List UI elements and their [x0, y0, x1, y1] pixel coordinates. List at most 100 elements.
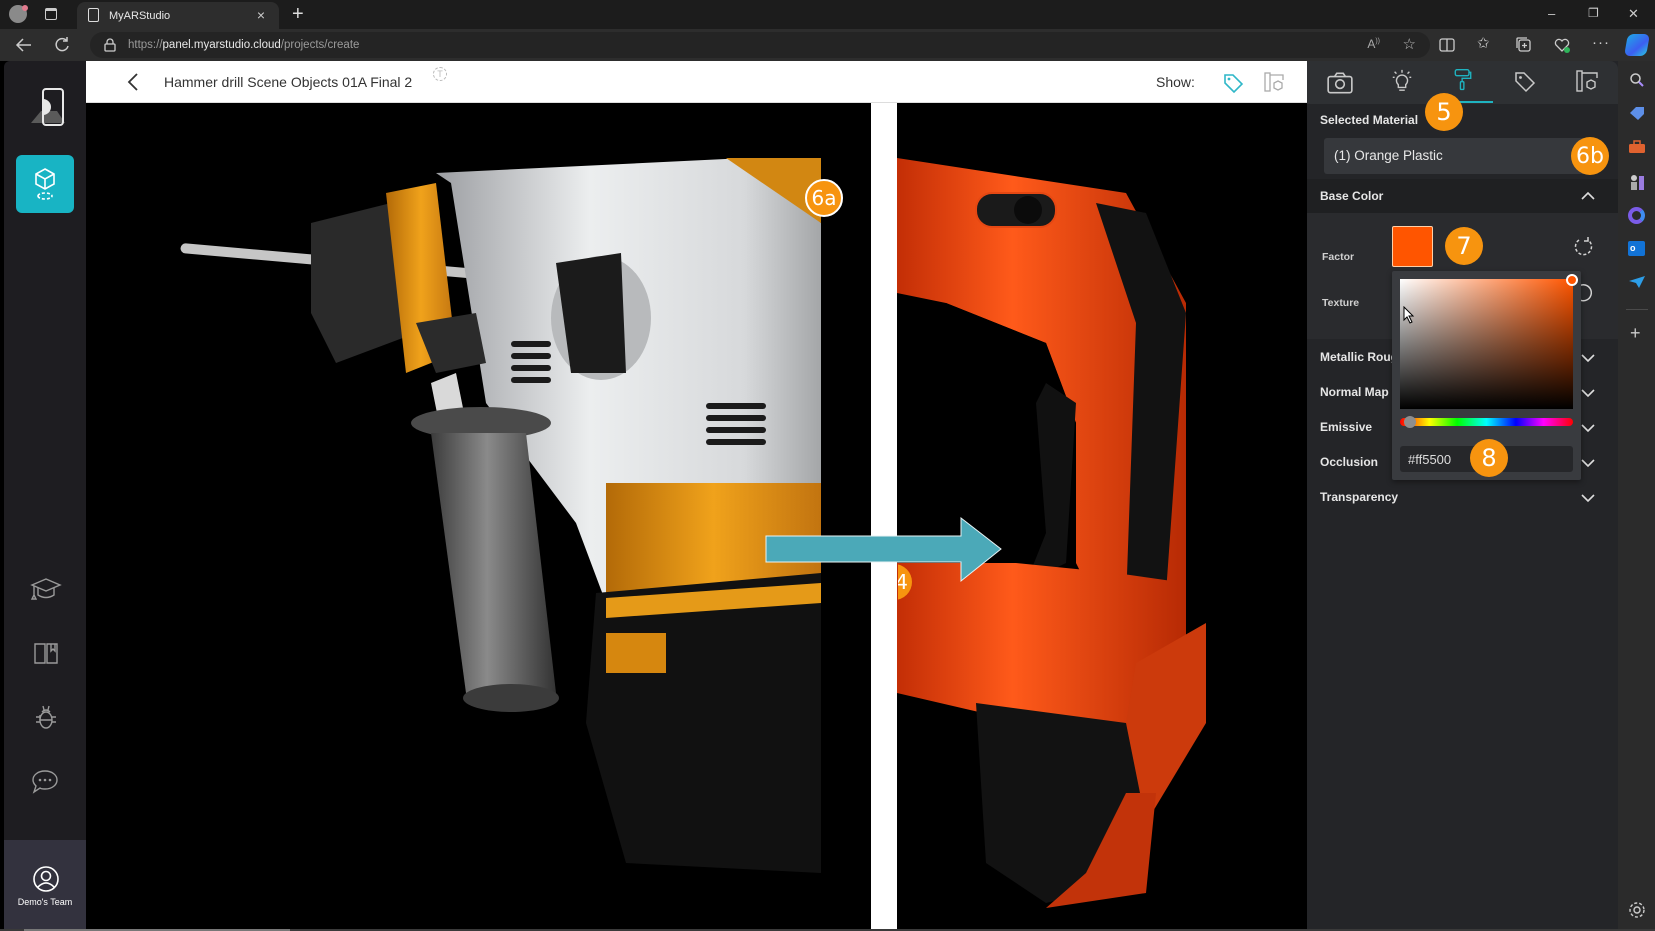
- project-header: Hammer drill Scene Objects 01A Final 2 T…: [86, 61, 1307, 103]
- section-label: Emissive: [1320, 420, 1373, 434]
- chevron-down-icon[interactable]: [1580, 423, 1596, 433]
- reset-factor-icon[interactable]: [1572, 236, 1594, 258]
- more-menu-icon[interactable]: ···: [1592, 35, 1610, 50]
- factor-label: Factor: [1322, 251, 1355, 263]
- graduation-cap-icon[interactable]: [30, 577, 62, 601]
- viewport-scene: [180, 103, 1206, 929]
- sidebar-divider: [1626, 309, 1648, 310]
- annotation-badge-6a: 6a: [805, 179, 843, 217]
- new-tab-button[interactable]: +: [292, 3, 304, 26]
- project-title: Hammer drill Scene Objects 01A Final 2: [164, 74, 413, 90]
- section-label: Occlusion: [1320, 455, 1379, 469]
- hue-slider-handle[interactable]: [1403, 416, 1416, 428]
- annotation-badge-5: 5: [1425, 93, 1463, 131]
- material-select-value: (1) Orange Plastic: [1334, 148, 1443, 163]
- base-color-label: Base Color: [1320, 189, 1384, 203]
- selected-material-label: Selected Material: [1320, 113, 1419, 127]
- section-label: Normal Map: [1320, 385, 1389, 399]
- chevron-up-icon[interactable]: [1580, 191, 1596, 201]
- browser-essentials-icon[interactable]: [1553, 36, 1571, 54]
- mouse-cursor-icon: [1403, 306, 1415, 324]
- refresh-icon[interactable]: [53, 36, 71, 54]
- restore-button[interactable]: ❐: [1588, 6, 1599, 20]
- minimize-button[interactable]: –: [1548, 6, 1555, 21]
- url-path: /projects/create: [280, 39, 360, 51]
- right-drill-model: [897, 158, 1206, 908]
- url-host: panel.myarstudio.cloud: [162, 39, 281, 51]
- close-tab-icon[interactable]: ×: [257, 7, 265, 23]
- book-icon[interactable]: [33, 641, 59, 665]
- hue-slider[interactable]: [1400, 416, 1573, 428]
- collections-icon[interactable]: [1515, 36, 1532, 53]
- notification-dot: [22, 5, 28, 11]
- comparison-divider: [871, 103, 897, 929]
- chevron-down-icon[interactable]: [1580, 458, 1596, 468]
- section-label: Transparency: [1320, 490, 1399, 504]
- browser-address-bar: https://panel.myarstudio.cloud/projects/…: [0, 29, 1655, 61]
- sidebar-item-3d-objects[interactable]: [16, 155, 74, 213]
- 3d-viewport[interactable]: 6a 4: [86, 103, 1307, 929]
- copilot-icon[interactable]: [1624, 34, 1650, 56]
- tab-actions-icon[interactable]: [45, 8, 57, 20]
- split-screen-icon[interactable]: [1439, 37, 1455, 53]
- team-switcher[interactable]: Demo's Team: [4, 840, 86, 929]
- browser-edge-sidebar: o +: [1618, 61, 1655, 929]
- left-drill-model: [180, 158, 821, 873]
- shopping-tag-icon[interactable]: [1629, 106, 1645, 120]
- hex-value: #ff5500: [1408, 452, 1452, 467]
- favorites-icon[interactable]: ✩: [1477, 36, 1490, 51]
- tab-camera[interactable]: [1326, 71, 1354, 95]
- profile-avatar[interactable]: [9, 5, 28, 23]
- annotation-badge-8: 8: [1470, 439, 1508, 477]
- lock-icon[interactable]: [104, 38, 116, 52]
- bug-icon[interactable]: [34, 703, 58, 731]
- section-transparency[interactable]: Transparency: [1307, 479, 1618, 514]
- send-icon[interactable]: [1628, 275, 1646, 289]
- outlook-icon[interactable]: o: [1628, 241, 1645, 256]
- tab-material[interactable]: [1449, 68, 1477, 92]
- tab-lighting[interactable]: [1388, 69, 1416, 93]
- add-sidebar-app-button[interactable]: +: [1630, 323, 1641, 344]
- chevron-down-icon[interactable]: [1580, 493, 1596, 503]
- texture-label: Texture: [1322, 297, 1360, 309]
- material-select[interactable]: (1) Orange Plastic: [1324, 138, 1599, 174]
- chevron-down-icon[interactable]: [1580, 388, 1596, 398]
- team-name: Demo's Team: [17, 897, 73, 907]
- browser-tab-myarstudio[interactable]: MyARStudio ×: [77, 2, 279, 29]
- tab-title: MyARStudio: [109, 9, 171, 22]
- saturation-value-area[interactable]: [1400, 274, 1578, 409]
- search-icon[interactable]: [1629, 72, 1645, 88]
- factor-color-swatch[interactable]: [1392, 226, 1433, 267]
- url-prefix: https://: [128, 39, 163, 51]
- show-label: Show:: [1156, 74, 1195, 90]
- address-input[interactable]: https://panel.myarstudio.cloud/projects/…: [90, 32, 1430, 58]
- rename-title-icon[interactable]: T: [433, 67, 447, 81]
- favorite-star-icon[interactable]: ☆: [1403, 35, 1416, 53]
- back-arrow-icon[interactable]: [15, 37, 33, 53]
- close-window-button[interactable]: ✕: [1628, 6, 1639, 22]
- user-avatar-icon: [33, 866, 59, 892]
- tab-tags[interactable]: [1511, 70, 1539, 94]
- cube-icon: [35, 168, 55, 200]
- read-aloud-icon[interactable]: A)): [1367, 37, 1380, 51]
- left-sidebar: [4, 61, 86, 929]
- phone-ar-icon[interactable]: [29, 87, 69, 129]
- games-icon[interactable]: [1628, 173, 1646, 191]
- show-tags-toggle[interactable]: [1222, 72, 1244, 94]
- section-label: Metallic Roug: [1320, 350, 1399, 364]
- site-favicon: [88, 8, 99, 22]
- browser-tab-bar: MyARStudio × + – ❐ ✕: [0, 0, 1655, 29]
- panel-tab-bar: [1307, 61, 1618, 104]
- base-color-header[interactable]: Base Color: [1307, 179, 1618, 213]
- tools-icon[interactable]: [1628, 140, 1646, 154]
- chevron-down-icon[interactable]: [1580, 353, 1596, 363]
- show-scene-toggle[interactable]: [1263, 71, 1285, 93]
- microsoft365-icon[interactable]: [1628, 207, 1645, 224]
- chat-icon[interactable]: [31, 769, 59, 795]
- annotation-badge-7: 7: [1445, 227, 1483, 265]
- back-chevron-icon[interactable]: [127, 73, 139, 91]
- annotation-badge-6b: 6b: [1571, 137, 1609, 175]
- sv-picker-handle[interactable]: [1566, 274, 1578, 286]
- settings-icon[interactable]: [1628, 901, 1646, 919]
- tab-scene[interactable]: [1573, 69, 1601, 93]
